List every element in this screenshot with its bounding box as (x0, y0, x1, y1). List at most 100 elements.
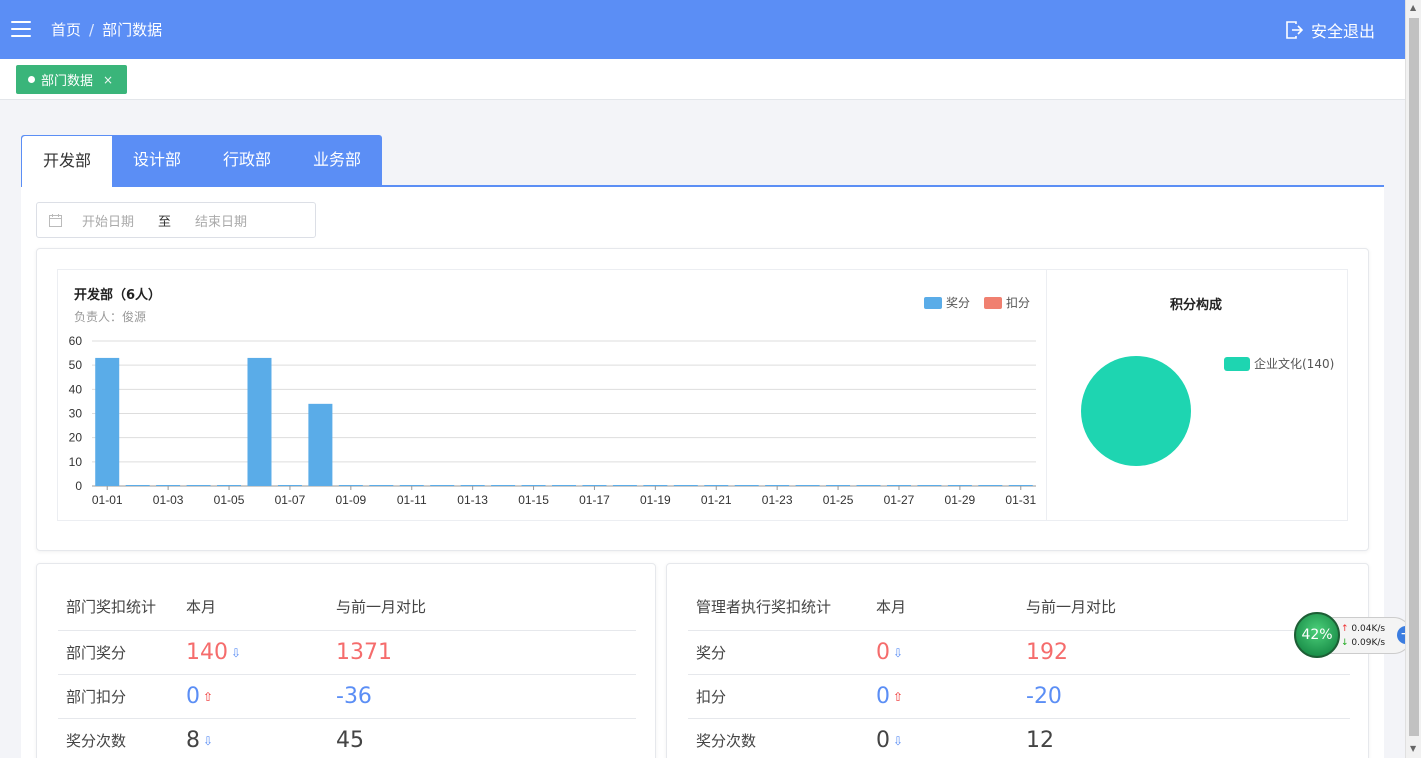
bar-award[interactable] (1008, 485, 1033, 486)
x-tick-label: 01-27 (884, 493, 915, 507)
bar-award[interactable] (491, 485, 516, 486)
bar-award[interactable] (673, 485, 698, 486)
tag-department-data[interactable]: 部门数据 × (16, 65, 128, 94)
compare-header: 与前一月对比 (328, 584, 636, 631)
network-speed-widget[interactable]: ↑ 0.04K/s ↓ 0.09K/s 42% + (1292, 612, 1420, 658)
dept-stats-card: 部门奖扣统计 本月 与前一月对比 部门奖分 140 ⇩ 1371 部门扣分 0 ⇧ … (36, 563, 656, 758)
tab-admin[interactable]: 行政部 (202, 135, 292, 185)
breadcrumb: 首页 / 部门数据 (51, 19, 162, 40)
bar-award[interactable] (247, 357, 272, 486)
month-value: 0 ⇩ (868, 630, 1018, 675)
manager-stats-table: 管理者执行奖扣统计 本月 与前一月对比 奖分 0 ⇩ 192 扣分 0 ⇧ -20 … (688, 584, 1350, 758)
x-tick-label: 01-05 (214, 493, 245, 507)
month-header: 本月 (178, 584, 328, 631)
y-tick-label: 30 (69, 407, 83, 421)
bar-award[interactable] (95, 357, 120, 486)
download-arrow-icon: ↓ (1341, 638, 1349, 648)
bar-award[interactable] (643, 485, 668, 486)
bar-award[interactable] (369, 485, 394, 486)
x-tick-label: 01-31 (1005, 493, 1036, 507)
upload-arrow-icon: ↑ (1341, 624, 1349, 634)
bar-award[interactable] (947, 485, 972, 486)
bar-award[interactable] (308, 403, 333, 486)
bar-award[interactable] (125, 485, 150, 486)
tab-dev[interactable]: 开发部 (22, 136, 113, 187)
scrollbar-thumb[interactable] (1409, 18, 1419, 736)
x-tick-label: 01-25 (823, 493, 854, 507)
bar-award[interactable] (826, 485, 851, 486)
calendar-icon (49, 213, 62, 227)
compare-value: -36 (328, 674, 636, 719)
tab-design[interactable]: 设计部 (112, 135, 202, 185)
scroll-up-icon[interactable]: ▲ (1410, 3, 1416, 12)
table-row: 部门奖分 140 ⇩ 1371 (58, 630, 636, 675)
bar-award[interactable] (277, 485, 302, 486)
bar-award[interactable] (186, 485, 211, 486)
bar-award[interactable] (612, 485, 637, 486)
compare-value: 1371 (328, 630, 636, 675)
y-tick-label: 20 (69, 431, 83, 445)
pie-legend-swatch[interactable] (1224, 356, 1250, 371)
bar-award[interactable] (552, 485, 576, 486)
x-tick-label: 01-01 (92, 493, 123, 507)
bar-award[interactable] (704, 485, 729, 486)
bar-award[interactable] (978, 485, 1003, 486)
top-navbar: 首页 / 部门数据 安全退出 (0, 0, 1405, 59)
bar-award[interactable] (460, 485, 485, 486)
x-tick-label: 01-13 (457, 493, 488, 507)
bar-award[interactable] (856, 485, 881, 486)
x-tick-label: 01-23 (762, 493, 793, 507)
bar-award[interactable] (217, 485, 242, 486)
date-range-picker[interactable]: 开始日期 至 结束日期 (36, 202, 316, 238)
table-row: 部门扣分 0 ⇧ -36 (58, 674, 636, 719)
trend-up-icon: ⇧ (203, 689, 214, 704)
row-label: 扣分 (688, 674, 868, 719)
logout-button[interactable]: 安全退出 (1285, 18, 1375, 42)
bar-award[interactable] (399, 485, 424, 486)
row-label: 奖分次数 (58, 718, 178, 758)
close-icon[interactable]: × (103, 73, 113, 87)
month-value: 0 ⇧ (178, 674, 328, 719)
x-tick-label: 01-07 (275, 493, 306, 507)
month-value: 140 ⇩ (178, 630, 328, 675)
trend-down-icon: ⇩ (893, 733, 904, 748)
y-tick-label: 50 (69, 358, 83, 372)
table-row: 奖分 0 ⇩ 192 (688, 630, 1350, 675)
hamburger-menu-icon[interactable] (11, 21, 31, 37)
breadcrumb-home[interactable]: 首页 (51, 21, 81, 39)
row-label: 部门奖分 (58, 630, 178, 675)
y-tick-label: 60 (69, 334, 83, 348)
bar-award[interactable] (765, 485, 790, 486)
memory-usage-ball[interactable]: 42% (1294, 612, 1340, 658)
bar-award[interactable] (582, 485, 607, 486)
month-value: 0 ⇩ (868, 718, 1018, 758)
bar-award[interactable] (886, 485, 911, 486)
trend-down-icon: ⇩ (231, 645, 242, 660)
x-tick-label: 01-29 (945, 493, 976, 507)
upload-speed: ↑ 0.04K/s (1341, 624, 1386, 634)
scroll-down-icon[interactable]: ▼ (1410, 744, 1416, 753)
pie-slice-corporate-culture[interactable] (1081, 356, 1191, 466)
bar-award[interactable] (734, 485, 759, 486)
compare-value: 45 (328, 718, 636, 758)
bar-award[interactable] (795, 485, 820, 486)
bar-award[interactable] (156, 485, 181, 486)
trend-up-icon: ⇧ (893, 689, 904, 704)
start-date-input[interactable]: 开始日期 (82, 211, 134, 230)
bar-award[interactable] (430, 485, 455, 486)
vertical-scrollbar[interactable]: ▲ ▼ (1405, 0, 1421, 758)
manager-stats-header: 管理者执行奖扣统计 (688, 584, 868, 631)
x-tick-label: 01-19 (640, 493, 671, 507)
y-tick-label: 10 (69, 455, 83, 469)
department-tabs: 开发部 设计部 行政部 业务部 (21, 135, 1384, 187)
y-tick-label: 40 (69, 382, 83, 396)
pie-chart (1081, 356, 1191, 466)
bar-award[interactable] (917, 485, 942, 486)
bar-award[interactable] (521, 485, 546, 486)
logout-label: 安全退出 (1310, 22, 1375, 41)
bar-award[interactable] (338, 485, 363, 486)
logout-icon (1286, 21, 1303, 39)
end-date-input[interactable]: 结束日期 (195, 211, 247, 230)
row-label: 奖分 (688, 630, 868, 675)
tab-business[interactable]: 业务部 (292, 135, 382, 185)
